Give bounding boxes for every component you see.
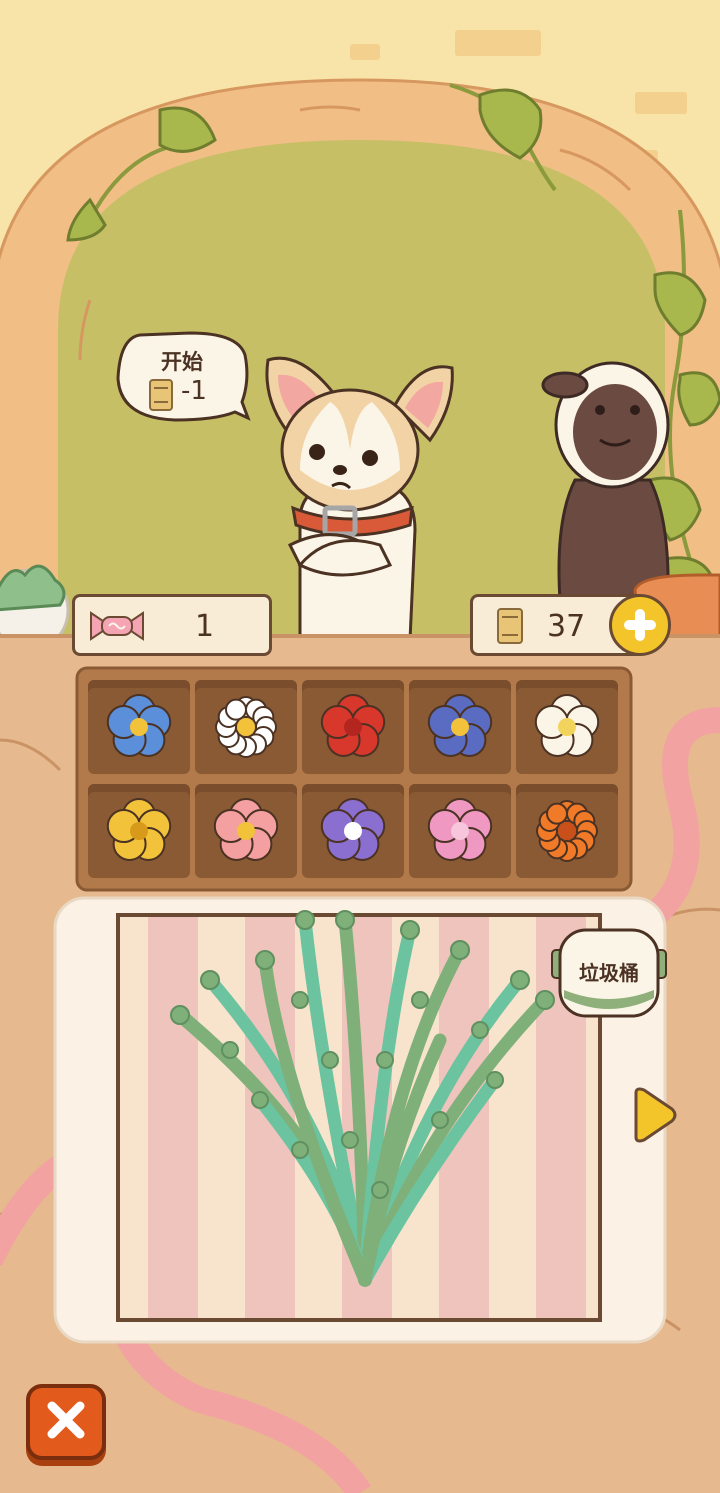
candy-counter: 1 <box>72 594 272 656</box>
trash-bin-label: 垃圾桶 <box>579 961 639 985</box>
bubble-cost: -1 <box>181 376 207 406</box>
white-calla-lily-icon <box>534 694 600 757</box>
wall-brick <box>635 92 687 114</box>
next-page-button[interactable] <box>630 1085 678 1145</box>
wall-brick <box>455 30 541 56</box>
flower-slot-white-calla-lily[interactable] <box>516 680 618 774</box>
close-icon <box>47 1401 85 1439</box>
orange-gerbera-icon <box>536 800 598 862</box>
flower-slot-white-daisy[interactable] <box>195 680 297 774</box>
flower-slot-yellow-lily[interactable] <box>88 784 190 878</box>
bubble-title: 开始 <box>161 350 203 374</box>
purple-morning-glory-icon <box>320 798 386 861</box>
flower-slot-purple-pansy[interactable] <box>409 680 511 774</box>
ticket-count: 37 <box>547 609 586 644</box>
red-rose-icon <box>320 694 386 757</box>
add-tickets-button[interactable] <box>609 594 671 656</box>
flower-slot-red-rose[interactable] <box>302 680 404 774</box>
speech-bubble: 开始 -1 <box>117 332 247 420</box>
white-daisy-icon <box>215 696 277 758</box>
close-button[interactable] <box>26 1384 106 1460</box>
trash-bin-button[interactable]: 垃圾桶 <box>550 928 668 1018</box>
plus-icon <box>624 609 656 641</box>
flower-slot-purple-morning-glory[interactable] <box>302 784 404 878</box>
blue-star-flower-icon <box>106 694 172 757</box>
scroll-ticket-icon <box>497 608 523 644</box>
flower-slot-pink-hydrangea[interactable] <box>409 784 511 878</box>
yellow-lily-icon <box>106 798 172 861</box>
play-arrow-icon <box>634 1087 677 1143</box>
candy-icon <box>90 611 144 641</box>
flower-slot-blue-star-flower[interactable] <box>88 680 190 774</box>
flower-slot-orange-gerbera[interactable] <box>516 784 618 878</box>
purple-pansy-icon <box>427 694 493 757</box>
pink-hydrangea-icon <box>427 798 493 861</box>
candy-count: 1 <box>195 609 215 644</box>
flower-slot-pink-blossom[interactable] <box>195 784 297 878</box>
wall-brick <box>350 44 380 60</box>
pink-blossom-icon <box>213 798 279 861</box>
